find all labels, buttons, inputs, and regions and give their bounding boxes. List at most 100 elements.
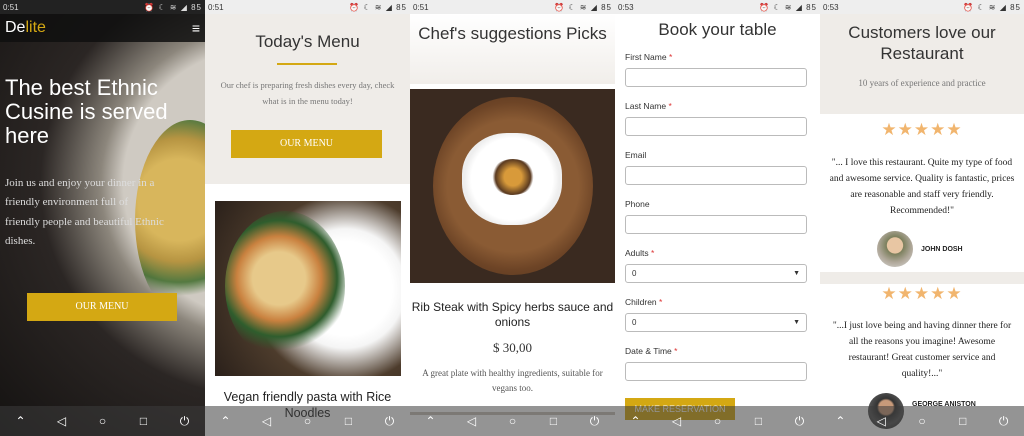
children-select[interactable]: 0 ▼ bbox=[625, 313, 807, 332]
reviewer: JOHN DOSH bbox=[877, 231, 963, 267]
required-marker: * bbox=[674, 346, 678, 356]
back-icon[interactable]: ◁ bbox=[871, 414, 891, 428]
booking-title: Book your table bbox=[658, 20, 777, 39]
our-menu-button[interactable]: OUR MENU bbox=[231, 130, 382, 158]
back-icon[interactable]: ◁ bbox=[52, 414, 72, 428]
adults-label: Adults bbox=[625, 248, 649, 258]
status-time: 0:51 bbox=[3, 2, 19, 12]
status-bar: 0:53 ⏰ ☾ ≋ ◢ 85 bbox=[615, 0, 820, 14]
dish-name[interactable]: Rib Steak with Spicy herbs sauce and oni… bbox=[410, 300, 615, 330]
field-label: Date & Time * bbox=[625, 346, 807, 362]
android-nav-bar: ⌃ ◁ ○ □ ⏻ bbox=[0, 406, 205, 436]
required-marker: * bbox=[659, 297, 663, 307]
status-time: 0:51 bbox=[208, 2, 224, 12]
testimonials-subtitle: 10 years of experience and practice bbox=[858, 78, 986, 88]
chevron-up-icon[interactable]: ⌃ bbox=[421, 414, 441, 428]
dish-price: $ 30,00 bbox=[493, 340, 532, 355]
field-label: Email bbox=[625, 150, 807, 166]
children-field: Children * 0 ▼ bbox=[625, 297, 807, 346]
adults-select[interactable]: 0 ▼ bbox=[625, 264, 807, 283]
dish-description: A great plate with healthy ingredients, … bbox=[422, 368, 603, 394]
field-label: Phone bbox=[625, 199, 807, 215]
home-icon[interactable]: ○ bbox=[503, 414, 523, 428]
last-name-input[interactable] bbox=[625, 117, 807, 136]
steak-dish-image[interactable] bbox=[410, 89, 615, 283]
status-icons: ⏰ ☾ ≋ ◢ 85 bbox=[759, 2, 817, 12]
recent-apps-icon[interactable]: □ bbox=[134, 414, 154, 428]
dropdown-caret-icon: ▼ bbox=[793, 270, 800, 277]
status-icons: ⏰ ☾ ≋ ◢ 85 bbox=[963, 2, 1021, 12]
home-icon[interactable]: ○ bbox=[708, 414, 728, 428]
status-time: 0:53 bbox=[823, 2, 839, 12]
required-marker: * bbox=[668, 101, 672, 111]
status-icons: ⏰ ☾ ≋ ◢ 85 bbox=[554, 2, 612, 12]
field-label: First Name * bbox=[625, 52, 807, 68]
back-icon[interactable]: ◁ bbox=[257, 414, 277, 428]
our-menu-button[interactable]: OUR MENU bbox=[27, 293, 177, 321]
status-bar: 0:53 ⏰ ☾ ≋ ◢ 85 bbox=[820, 0, 1024, 14]
email-field: Email bbox=[625, 150, 807, 199]
dropdown-caret-icon: ▼ bbox=[793, 319, 800, 326]
logo[interactable]: Delite bbox=[5, 19, 46, 37]
suggestions-screen: 0:51 ⏰ ☾ ≋ ◢ 85 Chef's suggestions Picks… bbox=[410, 0, 615, 436]
steak-food bbox=[490, 159, 536, 195]
children-value: 0 bbox=[632, 318, 637, 327]
title-underline bbox=[277, 63, 337, 65]
chevron-up-icon[interactable]: ⌃ bbox=[216, 414, 236, 428]
field-label: Adults * bbox=[625, 248, 807, 264]
hero-title: The best Ethnic Cusine is served here bbox=[5, 75, 168, 149]
field-label: Children * bbox=[625, 297, 807, 313]
pasta-dish-image[interactable] bbox=[215, 201, 401, 376]
first-name-input[interactable] bbox=[625, 68, 807, 87]
status-bar: 0:51 ⏰ ☾ ≋ ◢ 85 bbox=[0, 0, 205, 14]
back-icon[interactable]: ◁ bbox=[667, 414, 687, 428]
android-nav-bar: ⌃ ◁ ○ □ ⏻ bbox=[205, 406, 410, 436]
app-header: Delite ≡ bbox=[0, 14, 205, 42]
hamburger-menu-icon[interactable]: ≡ bbox=[192, 20, 200, 36]
booking-form: First Name * Last Name * Email Phone Adu… bbox=[625, 52, 807, 395]
last-name-label: Last Name bbox=[625, 101, 667, 111]
section-divider bbox=[820, 272, 1024, 284]
field-label: Last Name * bbox=[625, 101, 807, 117]
home-icon[interactable]: ○ bbox=[912, 414, 932, 428]
recent-apps-icon[interactable]: □ bbox=[749, 414, 769, 428]
phone-field: Phone bbox=[625, 199, 807, 248]
power-icon[interactable]: ⏻ bbox=[994, 414, 1014, 429]
required-marker: * bbox=[668, 52, 673, 62]
android-nav-bar: ⌃ ◁ ○ □ ⏻ bbox=[820, 406, 1024, 436]
recent-apps-icon[interactable]: □ bbox=[544, 414, 564, 428]
email-input[interactable] bbox=[625, 166, 807, 185]
required-marker: * bbox=[651, 248, 655, 258]
date-time-input[interactable] bbox=[625, 362, 807, 381]
power-icon[interactable]: ⏻ bbox=[175, 414, 195, 429]
review-quote: "... I love this restaurant. Quite my ty… bbox=[829, 158, 1015, 217]
review-quote: "...I just love being and having dinner … bbox=[832, 321, 1012, 380]
power-icon[interactable]: ⏻ bbox=[790, 414, 810, 429]
booking-screen: 0:53 ⏰ ☾ ≋ ◢ 85 Book your table First Na… bbox=[615, 0, 820, 436]
recent-apps-icon[interactable]: □ bbox=[953, 414, 973, 428]
android-nav-bar: ⌃ ◁ ○ □ ⏻ bbox=[615, 406, 820, 436]
power-icon[interactable]: ⏻ bbox=[585, 414, 605, 429]
status-time: 0:53 bbox=[618, 2, 634, 12]
phone-label: Phone bbox=[625, 199, 650, 209]
menu-title: Today's Menu bbox=[255, 32, 360, 51]
chevron-up-icon[interactable]: ⌃ bbox=[11, 414, 31, 428]
home-icon[interactable]: ○ bbox=[298, 414, 318, 428]
star-rating-icon: ★★★★★ bbox=[881, 120, 963, 139]
reviewer-name: JOHN DOSH bbox=[921, 245, 963, 253]
recent-apps-icon[interactable]: □ bbox=[339, 414, 359, 428]
home-icon[interactable]: ○ bbox=[93, 414, 113, 428]
adults-field: Adults * 0 ▼ bbox=[625, 248, 807, 297]
date-time-field: Date & Time * bbox=[625, 346, 807, 395]
adults-value: 0 bbox=[632, 269, 637, 278]
logo-prefix: De bbox=[5, 19, 26, 36]
testimonials-screen: 0:53 ⏰ ☾ ≋ ◢ 85 Customers love our Resta… bbox=[820, 0, 1024, 436]
chevron-up-icon[interactable]: ⌃ bbox=[626, 414, 646, 428]
status-icons: ⏰ ☾ ≋ ◢ 85 bbox=[144, 2, 202, 12]
back-icon[interactable]: ◁ bbox=[462, 414, 482, 428]
power-icon[interactable]: ⏻ bbox=[380, 414, 400, 429]
first-name-label: First Name bbox=[625, 52, 667, 62]
testimonials-title: Customers love our Restaurant bbox=[848, 23, 996, 64]
phone-input[interactable] bbox=[625, 215, 807, 234]
chevron-up-icon[interactable]: ⌃ bbox=[830, 414, 850, 428]
